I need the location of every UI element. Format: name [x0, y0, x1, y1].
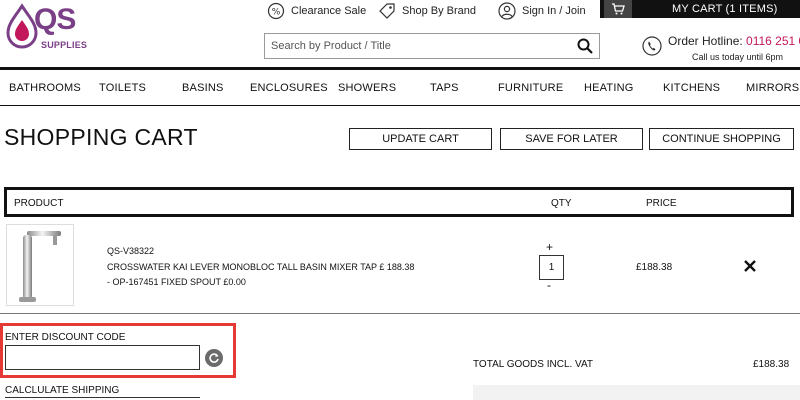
header-qty: QTY: [551, 198, 572, 209]
shop-by-brand-label: Shop By Brand: [402, 5, 476, 17]
header-price: PRICE: [646, 198, 677, 209]
logo-subtext: SUPPLIES: [41, 40, 88, 50]
sign-in-link[interactable]: Sign In / Join: [498, 1, 586, 21]
hotline-hours: Call us today until 6pm: [692, 52, 784, 62]
apply-discount-button[interactable]: [205, 349, 223, 367]
nav-toilets[interactable]: TOILETS: [99, 82, 146, 94]
qty-input[interactable]: 1: [539, 255, 564, 280]
phone-icon: [642, 36, 662, 56]
cart-icon: [604, 0, 632, 18]
nav-taps[interactable]: TAPS: [430, 82, 459, 94]
site-logo[interactable]: QS SUPPLIES: [4, 2, 90, 56]
sign-in-label: Sign In / Join: [522, 5, 586, 17]
nav-heating[interactable]: HEATING: [584, 82, 633, 94]
discount-code-label: ENTER DISCOUNT CODE: [5, 332, 126, 343]
product-thumbnail[interactable]: [6, 224, 74, 306]
tag-icon: [378, 2, 396, 20]
svg-text:%: %: [272, 8, 281, 18]
total-goods-value: £188.38: [753, 359, 790, 370]
totals-panel: [473, 385, 800, 400]
header-product: PRODUCT: [14, 198, 64, 209]
percent-badge-icon: %: [267, 2, 285, 20]
tap-product-image: [19, 231, 61, 302]
clearance-sale-link[interactable]: % Clearance Sale: [267, 1, 366, 21]
remove-item-button[interactable]: [742, 258, 758, 274]
item-price: £188.38: [636, 262, 673, 273]
search-input[interactable]: [265, 34, 571, 58]
cart-item-row: QS-V38322 CROSSWATER KAI LEVER MONOBLOC …: [0, 222, 800, 314]
hotline-number[interactable]: 0116 251 0051: [746, 34, 800, 48]
total-goods-label: TOTAL GOODS INCL. VAT: [473, 359, 594, 370]
nav-mirrors[interactable]: MIRRORS: [746, 82, 799, 94]
search-button[interactable]: [571, 34, 599, 58]
nav-basins[interactable]: BASINS: [182, 82, 224, 94]
main-nav: BATHROOMS TOILETS BASINS ENCLOSURES SHOW…: [0, 67, 800, 106]
search-bar: [264, 33, 600, 59]
nav-furniture[interactable]: FURNITURE: [498, 82, 563, 94]
shop-by-brand-link[interactable]: Shop By Brand: [378, 1, 476, 21]
discount-code-input[interactable]: [5, 345, 200, 370]
nav-showers[interactable]: SHOWERS: [338, 82, 396, 94]
product-name[interactable]: CROSSWATER KAI LEVER MONOBLOC TALL BASIN…: [107, 262, 414, 272]
nav-kitchens[interactable]: KITCHENS: [663, 82, 720, 94]
continue-shopping-button[interactable]: CONTINUE SHOPPING: [649, 128, 794, 150]
save-for-later-button[interactable]: SAVE FOR LATER: [500, 128, 643, 150]
update-cart-button[interactable]: UPDATE CART: [349, 128, 492, 150]
order-hotline: Order Hotline: 0116 251 0051 Call us tod…: [642, 34, 800, 62]
shipping-label: CALCLULATE SHIPPING: [5, 385, 120, 396]
qty-increase-button[interactable]: +: [546, 240, 553, 254]
page-title: SHOPPING CART: [4, 124, 198, 150]
hotline-label: Order Hotline:: [668, 34, 743, 48]
user-icon: [498, 2, 516, 20]
logo-text: QS: [34, 3, 76, 36]
cart-table-header: PRODUCT QTY PRICE: [4, 187, 794, 217]
cart-label: MY CART (1 ITEMS): [672, 3, 778, 15]
clearance-sale-label: Clearance Sale: [291, 5, 367, 17]
product-option: - OP-167451 FIXED SPOUT £0.00: [107, 277, 246, 287]
search-icon: [577, 38, 593, 54]
qty-decrease-button[interactable]: -: [547, 278, 551, 292]
my-cart-button[interactable]: MY CART (1 ITEMS): [600, 0, 800, 18]
nav-enclosures[interactable]: ENCLOSURES: [250, 82, 328, 94]
nav-bathrooms[interactable]: BATHROOMS: [9, 82, 81, 94]
product-code: QS-V38322: [107, 246, 155, 256]
refresh-icon: [209, 353, 219, 363]
close-icon: [744, 260, 756, 272]
